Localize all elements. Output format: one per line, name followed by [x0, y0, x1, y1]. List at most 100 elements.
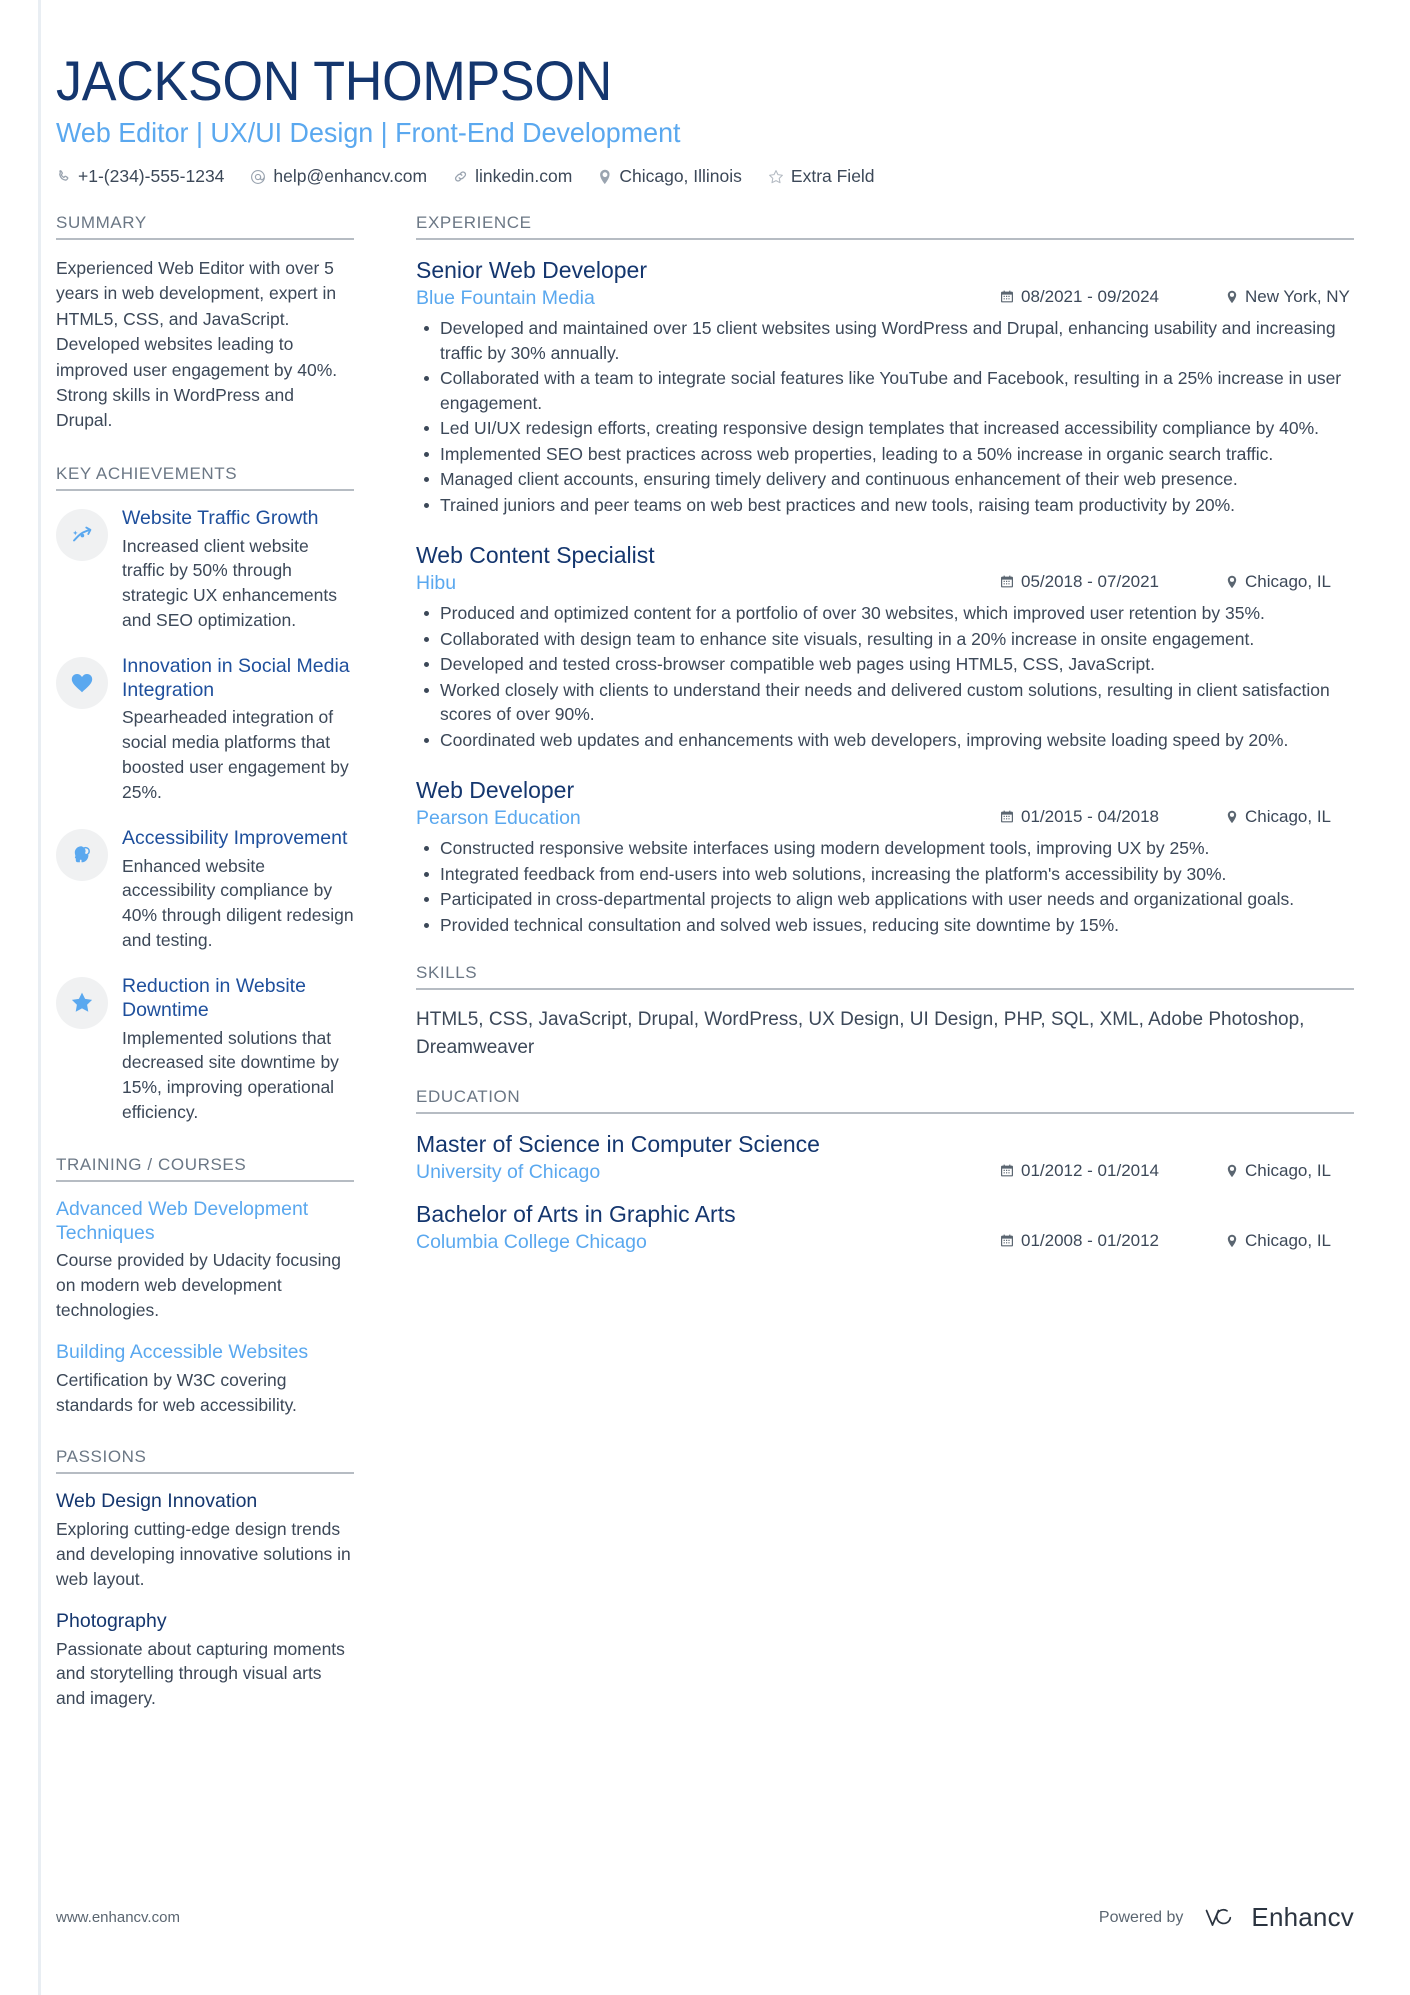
job-bullet: Developed and tested cross-browser compa… [424, 652, 1354, 677]
education-dates: 01/2012 - 01/2014 [1000, 1161, 1200, 1181]
experience-entry: Web Content Specialist Hibu 05/2018 - 07… [416, 541, 1354, 752]
job-dates-text: 08/2021 - 09/2024 [1021, 287, 1160, 307]
education-meta-row: University of Chicago 01/2012 - 01/2014 [416, 1161, 1354, 1184]
passion-title: Web Design Innovation [56, 1490, 258, 1513]
achievement-title: Website Traffic Growth [122, 506, 319, 529]
passion-item: Web Design Innovation Exploring cutting-… [56, 1490, 354, 1591]
passion-item: Photography Passionate about capturing m… [56, 1610, 354, 1711]
contact-row: +1-(234)-555-1234 help@enhancv.com linke… [56, 166, 1354, 187]
resume-body: SUMMARY Experienced Web Editor with over… [56, 213, 1354, 1741]
job-location: Chicago, IL [1226, 807, 1354, 827]
calendar-icon [1000, 1164, 1014, 1178]
section-title-summary: SUMMARY [56, 213, 354, 241]
section-education: EDUCATION Master of Science in Computer … [416, 1087, 1354, 1254]
footer-url[interactable]: www.enhancv.com [56, 1909, 180, 1926]
education-school: Columbia College Chicago [416, 1231, 647, 1254]
course-item: Building Accessible Websites Certificati… [56, 1341, 354, 1417]
job-dates: 08/2021 - 09/2024 [1000, 287, 1200, 307]
course-title: Advanced Web Development Techniques [56, 1197, 309, 1244]
achievement-item: Innovation in Social Media Integration S… [56, 655, 354, 805]
summary-text: Experienced Web Editor with over 5 years… [56, 258, 338, 431]
education-dates-text: 01/2012 - 01/2014 [1021, 1161, 1160, 1181]
achievement-item: Accessibility Improvement Enhanced websi… [56, 827, 354, 953]
experience-entry: Senior Web Developer Blue Fountain Media… [416, 256, 1354, 517]
section-title-skills: SKILLS [416, 963, 1354, 991]
experience-entry: Web Developer Pearson Education 01/2015 … [416, 776, 1354, 937]
star-outline-icon [768, 169, 784, 185]
achievement-description: Spearheaded integration of social media … [122, 707, 349, 802]
job-dates-text: 05/2018 - 07/2021 [1021, 572, 1160, 592]
resume-page: JACKSON THOMPSON Web Editor | UX/UI Desi… [0, 0, 1410, 1995]
course-description: Course provided by Udacity focusing on m… [56, 1250, 342, 1321]
education-dates: 01/2008 - 01/2012 [1000, 1231, 1200, 1251]
contact-email[interactable]: help@enhancv.com [250, 166, 427, 187]
job-location: Chicago, IL [1226, 572, 1354, 592]
section-title-key-achievements: KEY ACHIEVEMENTS [56, 464, 354, 491]
education-dates-text: 01/2008 - 01/2012 [1021, 1231, 1160, 1251]
job-bullet: Trained juniors and peer teams on web be… [424, 493, 1354, 518]
location-icon [598, 169, 612, 185]
location-icon [1226, 575, 1238, 589]
section-title-experience: EXPERIENCE [416, 213, 1354, 241]
education-entry: Bachelor of Arts in Graphic Arts Columbi… [416, 1200, 1354, 1254]
education-location-text: Chicago, IL [1245, 1161, 1331, 1181]
section-title-education: EDUCATION [416, 1087, 1354, 1115]
enhancv-logo-icon [1197, 1904, 1243, 1932]
professional-headline: Web Editor | UX/UI Design | Front-End De… [56, 117, 681, 149]
contact-linkedin[interactable]: linkedin.com [453, 166, 572, 187]
contact-phone[interactable]: +1-(234)-555-1234 [56, 166, 224, 187]
job-location-text: New York, NY [1245, 287, 1350, 307]
job-bullet: Worked closely with clients to understan… [424, 678, 1354, 727]
job-company: Hibu [416, 572, 457, 595]
location-icon [1226, 290, 1238, 304]
job-company: Pearson Education [416, 807, 581, 830]
contact-location-text: Chicago, Illinois [619, 166, 742, 187]
calendar-icon [1000, 290, 1014, 304]
job-location-text: Chicago, IL [1245, 807, 1331, 827]
course-item: Advanced Web Development Techniques Cour… [56, 1198, 354, 1323]
job-bullet: Managed client accounts, ensuring timely… [424, 467, 1354, 492]
job-bullets: Developed and maintained over 15 client … [416, 316, 1354, 517]
passion-description: Exploring cutting-edge design trends and… [56, 1519, 351, 1589]
page-title: JACKSON THOMPSON [56, 49, 612, 112]
star-icon [56, 976, 108, 1029]
job-meta-row: Pearson Education 01/2015 - 04/2018 Chic… [416, 807, 1354, 830]
email-icon [250, 169, 266, 185]
job-bullet: Collaborated with a team to integrate so… [424, 366, 1354, 415]
job-company: Blue Fountain Media [416, 287, 595, 310]
section-title-passions: PASSIONS [56, 1447, 354, 1475]
achievement-title: Innovation in Social Media Integration [122, 654, 350, 701]
job-dates: 01/2015 - 04/2018 [1000, 807, 1200, 827]
job-location: New York, NY [1226, 287, 1354, 307]
job-title: Web Content Specialist [416, 542, 655, 569]
achievement-item: Website Traffic Growth Increased client … [56, 507, 354, 633]
job-bullet: Constructed responsive website interface… [424, 836, 1354, 861]
education-degree: Bachelor of Arts in Graphic Arts [416, 1201, 736, 1228]
job-title: Web Developer [416, 777, 575, 804]
achievement-description: Enhanced website accessibility complianc… [122, 855, 354, 951]
head-idea-icon [56, 828, 108, 881]
section-experience: EXPERIENCE Senior Web Developer Blue Fou… [416, 213, 1354, 937]
location-icon [1226, 1164, 1238, 1178]
enhancv-brand-name: Enhancv [1251, 1902, 1354, 1932]
job-bullet: Developed and maintained over 15 client … [424, 316, 1354, 365]
passion-description: Passionate about capturing moments and s… [56, 1638, 345, 1709]
education-location: Chicago, IL [1226, 1161, 1354, 1181]
footer-branding: Powered by Enhancv [1099, 1902, 1354, 1933]
heart-icon [56, 656, 108, 709]
contact-location[interactable]: Chicago, Illinois [598, 166, 742, 187]
achievement-item: Reduction in Website Downtime Implemente… [56, 975, 354, 1125]
left-edge-rule [38, 0, 41, 1995]
course-title: Building Accessible Websites [56, 1341, 309, 1364]
achievement-title: Reduction in Website Downtime [122, 974, 306, 1021]
education-location-text: Chicago, IL [1245, 1231, 1331, 1251]
education-degree: Master of Science in Computer Science [416, 1131, 820, 1158]
location-icon [1226, 1234, 1238, 1248]
contact-extra-field[interactable]: Extra Field [768, 166, 875, 187]
job-bullet: Produced and optimized content for a por… [424, 601, 1354, 626]
job-meta-row: Blue Fountain Media 08/2021 - 09/2024 Ne… [416, 287, 1354, 310]
location-icon [1226, 810, 1238, 824]
section-summary: SUMMARY Experienced Web Editor with over… [56, 213, 354, 434]
achievement-description: Implemented solutions that decreased sit… [122, 1027, 339, 1123]
section-skills: SKILLS HTML5, CSS, JavaScript, Drupal, W… [416, 963, 1354, 1061]
